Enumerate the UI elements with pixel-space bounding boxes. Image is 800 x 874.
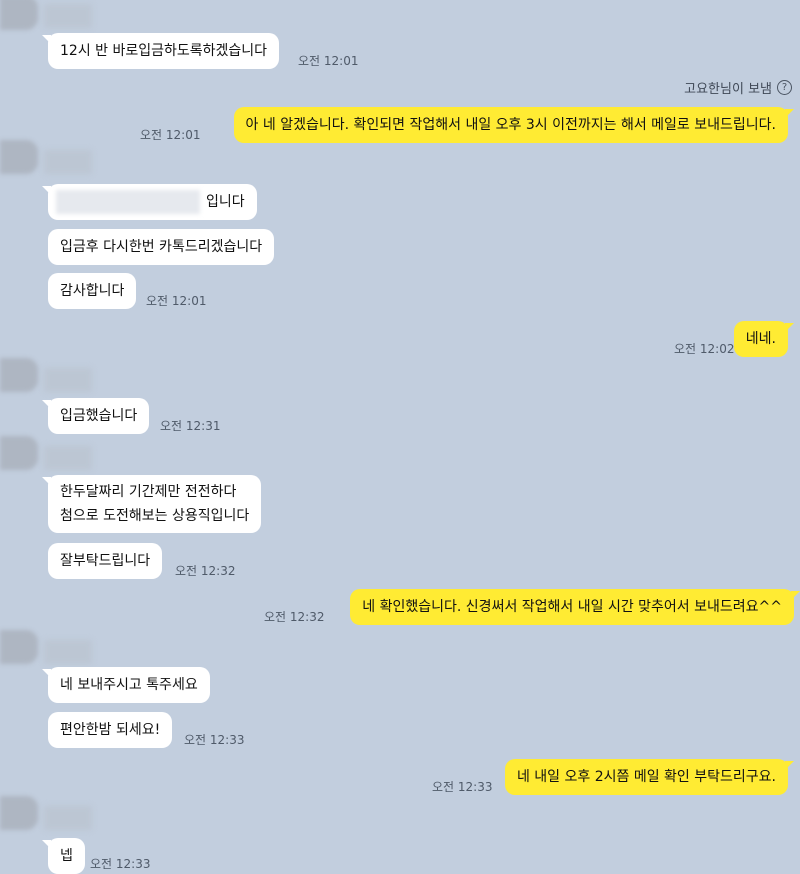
message-line: 첨으로 도전해보는 상용직입니다 bbox=[60, 508, 250, 524]
message-bubble-incoming[interactable]: 잘부탁드립니다 bbox=[48, 543, 163, 579]
message-bubble-incoming[interactable]: 입금후 다시한번 카톡드리겠습니다 bbox=[48, 229, 275, 265]
message-bubble-outgoing[interactable]: 네 내일 오후 2시쯤 메일 확인 부탁드리구요. bbox=[504, 759, 795, 795]
message-bubble-incoming[interactable]: 한두달짜리 기간제만 전전하다 첨으로 도전해보는 상용직입니다 bbox=[41, 475, 262, 533]
avatar[interactable] bbox=[0, 140, 38, 174]
message-time: 오전 12:01 bbox=[298, 54, 359, 68]
sender-name bbox=[44, 806, 92, 830]
avatar[interactable] bbox=[0, 358, 38, 392]
message-text: 입니다 bbox=[206, 194, 245, 210]
message-line: 한두달짜리 기간제만 전전하다 bbox=[60, 484, 237, 500]
message-bubble-incoming[interactable]: 입금했습니다 bbox=[41, 398, 150, 434]
help-circle-icon[interactable]: ? bbox=[777, 80, 792, 95]
message-time: 오전 12:32 bbox=[264, 610, 325, 624]
message-bubble-outgoing[interactable]: 네네. bbox=[733, 321, 795, 357]
avatar[interactable] bbox=[0, 630, 38, 664]
message-time: 오전 12:01 bbox=[140, 128, 201, 142]
message-bubble-outgoing[interactable]: 아 네 알겠습니다. 확인되면 작업해서 내일 오후 3시 이전까지는 해서 메… bbox=[233, 107, 795, 143]
message-bubble-incoming[interactable]: 넵 bbox=[42, 838, 85, 874]
message-time: 오전 12:31 bbox=[160, 419, 221, 433]
message-time: 오전 12:33 bbox=[432, 780, 493, 794]
sender-name bbox=[44, 4, 92, 28]
message-bubble-incoming[interactable]: 편안한밤 되세요! bbox=[48, 712, 173, 748]
avatar[interactable] bbox=[0, 0, 38, 30]
message-time: 오전 12:33 bbox=[184, 733, 245, 747]
message-bubble-outgoing[interactable]: 네 확인했습니다. 신경써서 작업해서 내일 시간 맞추어서 보내드려요^^ bbox=[350, 589, 800, 625]
sender-name bbox=[44, 368, 92, 392]
message-bubble-incoming[interactable]: 감사합니다 bbox=[48, 273, 137, 309]
message-time: 오전 12:02 bbox=[674, 342, 735, 356]
sender-name bbox=[44, 640, 92, 664]
message-time: 오전 12:33 bbox=[90, 857, 151, 871]
message-bubble-incoming[interactable]: 12시 반 바로입금하도록하겠습니다 bbox=[41, 33, 280, 69]
sender-note: 고요한님이 보냄 ? bbox=[684, 78, 792, 97]
sender-note-label: 고요한님이 보냄 bbox=[684, 82, 772, 97]
message-bubble-incoming[interactable]: 네 보내주시고 톡주세요 bbox=[42, 667, 210, 703]
message-bubble-incoming[interactable]: 입니다 bbox=[42, 184, 257, 220]
message-time: 오전 12:32 bbox=[175, 564, 236, 578]
message-time: 오전 12:01 bbox=[146, 294, 207, 308]
sender-name bbox=[44, 446, 92, 470]
redacted-text bbox=[56, 190, 200, 214]
avatar[interactable] bbox=[0, 436, 38, 470]
sender-name bbox=[44, 150, 92, 174]
avatar[interactable] bbox=[0, 796, 38, 830]
